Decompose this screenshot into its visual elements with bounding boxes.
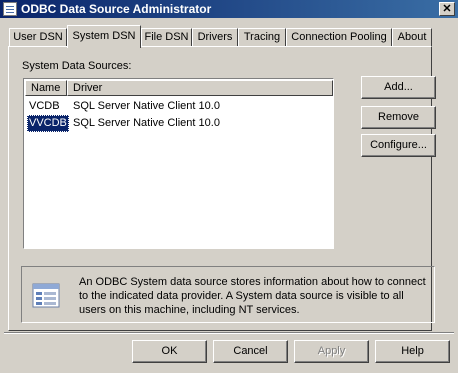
close-button[interactable]: ✕ xyxy=(439,2,455,16)
remove-button[interactable]: Remove xyxy=(361,106,436,129)
tab-drivers[interactable]: Drivers xyxy=(192,28,238,47)
ok-button[interactable]: OK xyxy=(132,340,207,363)
info-box: An ODBC System data source stores inform… xyxy=(21,266,435,323)
close-icon: ✕ xyxy=(442,3,452,15)
dsn-name: VCDB xyxy=(29,100,60,112)
info-description: An ODBC System data source stores inform… xyxy=(79,276,426,316)
cancel-button[interactable]: Cancel xyxy=(213,340,288,363)
system-data-sources-label: System Data Sources: xyxy=(22,60,132,72)
database-icon xyxy=(32,283,60,308)
configure-button[interactable]: Configure... xyxy=(361,134,436,157)
dsn-driver: SQL Server Native Client 10.0 xyxy=(73,117,220,129)
title-bar[interactable]: ODBC Data Source Administrator ✕ xyxy=(0,0,458,18)
column-header-driver[interactable]: Driver xyxy=(67,80,333,96)
dsn-name: VVCDB xyxy=(27,115,69,132)
data-sources-list[interactable]: Name Driver VCDB SQL Server Native Clien… xyxy=(23,78,334,249)
add-button[interactable]: Add... xyxy=(361,76,436,99)
odbc-app-icon xyxy=(3,2,17,16)
window-title: ODBC Data Source Administrator xyxy=(21,2,212,16)
tab-tracing[interactable]: Tracing xyxy=(238,28,286,47)
column-header-name[interactable]: Name xyxy=(25,80,67,96)
tab-about[interactable]: About xyxy=(392,28,432,47)
help-button[interactable]: Help xyxy=(375,340,450,363)
list-item-selected[interactable]: VVCDB SQL Server Native Client 10.0 xyxy=(25,115,332,132)
tab-system-dsn[interactable]: System DSN xyxy=(67,25,141,48)
tab-connection-pooling[interactable]: Connection Pooling xyxy=(286,28,392,47)
dsn-driver: SQL Server Native Client 10.0 xyxy=(73,100,220,112)
list-item[interactable]: VCDB SQL Server Native Client 10.0 xyxy=(25,98,332,115)
tab-file-dsn[interactable]: File DSN xyxy=(141,28,192,47)
list-header: Name Driver xyxy=(25,80,333,96)
tab-user-dsn[interactable]: User DSN xyxy=(9,28,67,47)
apply-button[interactable]: Apply xyxy=(294,340,369,363)
footer-divider xyxy=(4,332,454,334)
